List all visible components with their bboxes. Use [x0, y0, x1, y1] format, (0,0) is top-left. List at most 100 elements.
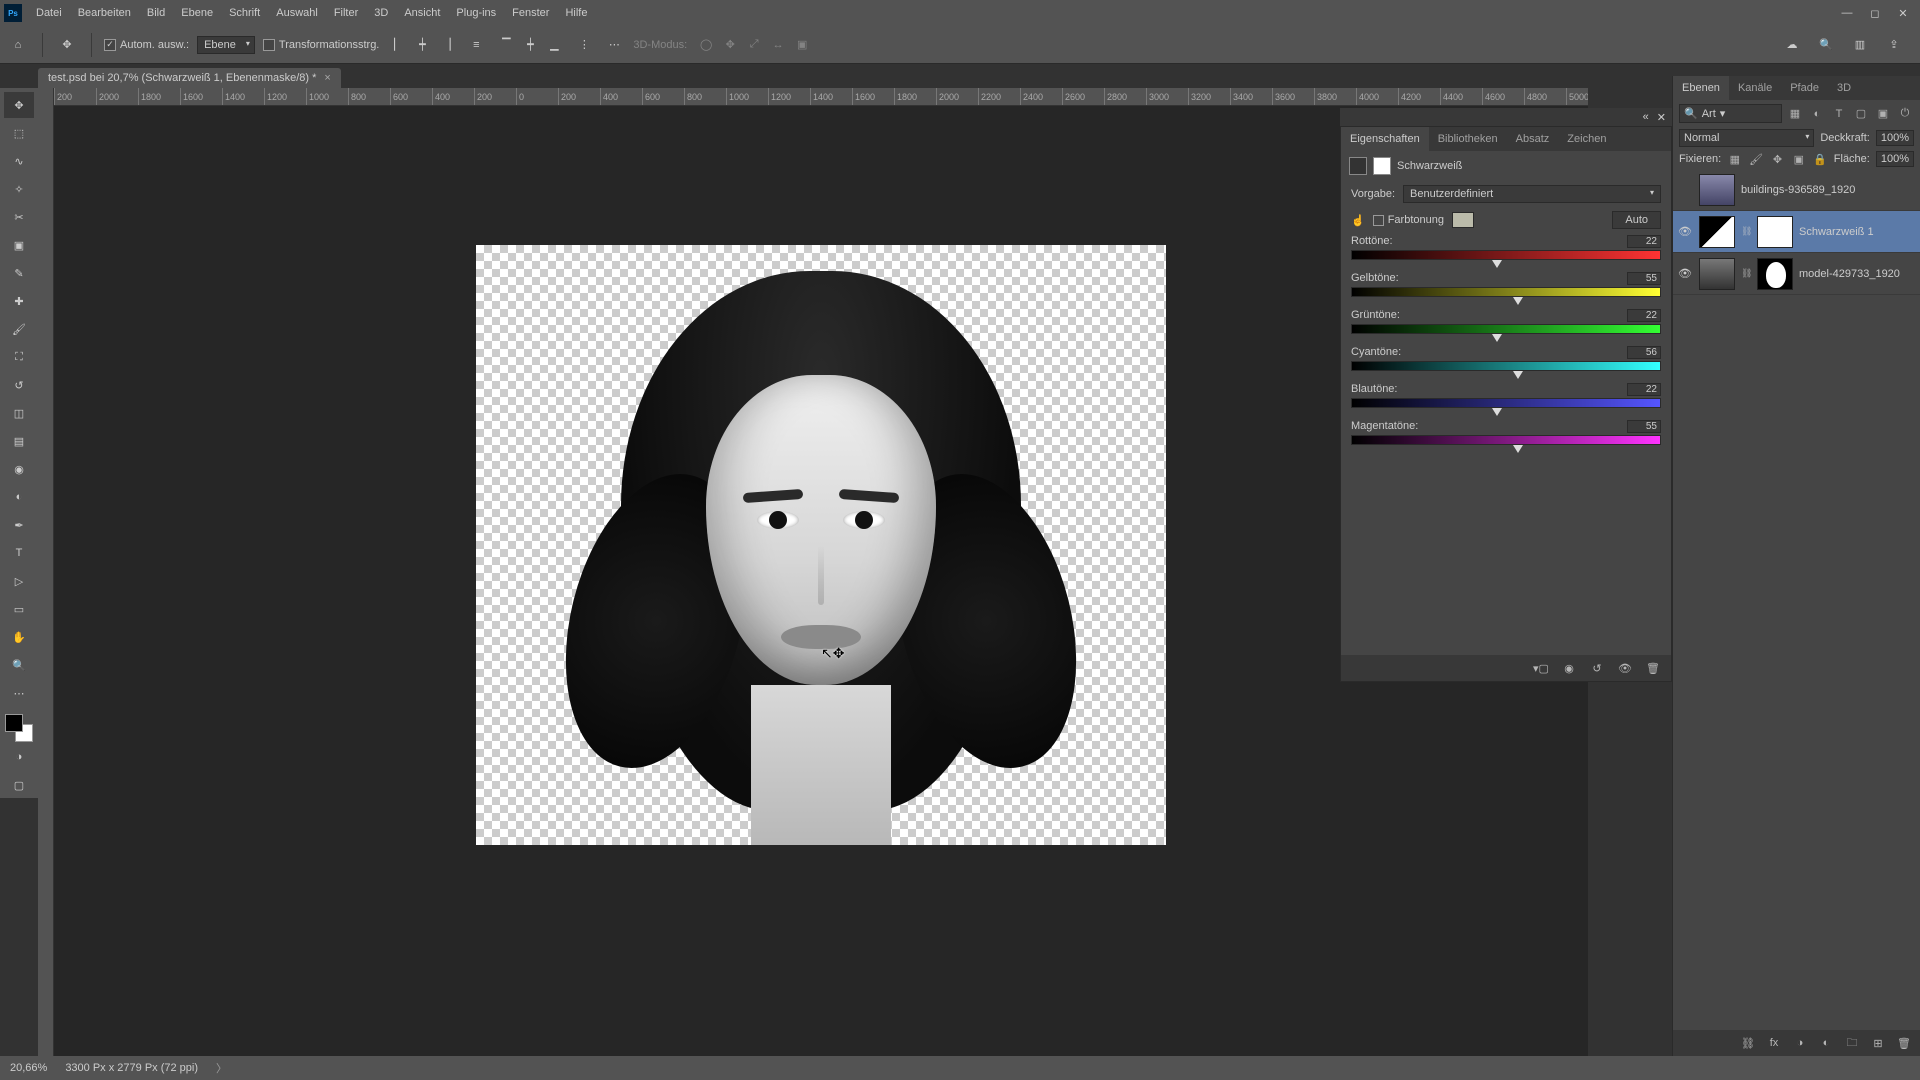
- align-vcenter-icon[interactable]: ┿: [519, 34, 541, 56]
- filter-smart-icon[interactable]: ▣: [1874, 105, 1892, 123]
- slider-knob[interactable]: [1513, 445, 1523, 453]
- new-adjustment-icon[interactable]: ◐: [1818, 1035, 1834, 1051]
- align-hcenter-icon[interactable]: ┿: [411, 34, 433, 56]
- edit-toolbar-icon[interactable]: ⋯: [4, 680, 34, 706]
- move-tool[interactable]: ✥: [4, 92, 34, 118]
- lasso-tool[interactable]: ∿: [4, 148, 34, 174]
- search-icon[interactable]: 🔍: [1814, 33, 1838, 57]
- layer-row[interactable]: buildings-936589_1920: [1673, 169, 1920, 211]
- slider-knob[interactable]: [1492, 260, 1502, 268]
- path-select-tool[interactable]: ▷: [4, 568, 34, 594]
- document-canvas[interactable]: ↖✥: [476, 245, 1166, 845]
- collapse-left-icon[interactable]: «: [1643, 111, 1649, 123]
- document-info[interactable]: 3300 Px x 2779 Px (72 ppi): [65, 1062, 198, 1074]
- slider-value[interactable]: 56: [1627, 346, 1661, 359]
- slider-value[interactable]: 22: [1627, 383, 1661, 396]
- layer-row[interactable]: 👁⛓model-429733_1920: [1673, 253, 1920, 295]
- new-group-icon[interactable]: 🗀: [1844, 1035, 1860, 1051]
- visibility-toggle-icon[interactable]: 👁: [1677, 266, 1693, 282]
- mask-type-icon[interactable]: [1373, 157, 1391, 175]
- clip-to-layer-icon[interactable]: ▾▢: [1533, 660, 1549, 676]
- adjustment-type-icon[interactable]: [1349, 157, 1367, 175]
- slider-value[interactable]: 22: [1627, 309, 1661, 322]
- layer-name[interactable]: buildings-936589_1920: [1741, 184, 1916, 196]
- menu-filter[interactable]: Filter: [326, 0, 366, 26]
- filter-pixel-icon[interactable]: ▦: [1786, 105, 1804, 123]
- layer-name[interactable]: model-429733_1920: [1799, 268, 1916, 280]
- visibility-toggle-icon[interactable]: [1677, 182, 1693, 198]
- hand-tool[interactable]: ✋: [4, 624, 34, 650]
- slider-knob[interactable]: [1513, 297, 1523, 305]
- lock-position-icon[interactable]: ✥: [1770, 151, 1785, 167]
- menu-datei[interactable]: Datei: [28, 0, 70, 26]
- zoom-level[interactable]: 20,66%: [10, 1062, 47, 1074]
- history-brush-tool[interactable]: ↺: [4, 372, 34, 398]
- link-icon[interactable]: ⛓: [1741, 226, 1751, 237]
- dodge-tool[interactable]: ◐: [4, 484, 34, 510]
- delete-adjustment-icon[interactable]: 🗑: [1645, 660, 1661, 676]
- ruler-horizontal[interactable]: 2002000180016001400120010008006004002000…: [54, 88, 1588, 106]
- blend-mode-dropdown[interactable]: Normal: [1679, 129, 1814, 147]
- eyedropper-tool[interactable]: ✎: [4, 260, 34, 286]
- tab-bibliotheken[interactable]: Bibliotheken: [1429, 127, 1507, 151]
- slider-track[interactable]: [1351, 398, 1661, 408]
- layer-mask-icon[interactable]: [1757, 216, 1793, 248]
- filter-shape-icon[interactable]: ▢: [1852, 105, 1870, 123]
- delete-layer-icon[interactable]: 🗑: [1896, 1035, 1912, 1051]
- tab-eigenschaften[interactable]: Eigenschaften: [1341, 127, 1429, 151]
- tab-pfade[interactable]: Pfade: [1781, 76, 1828, 100]
- cloud-docs-icon[interactable]: ☁: [1780, 33, 1804, 57]
- align-bottom-icon[interactable]: ▁: [543, 34, 565, 56]
- tab-3d-layers[interactable]: 3D: [1828, 76, 1860, 100]
- add-mask-icon[interactable]: ◑: [1792, 1035, 1808, 1051]
- close-tab-icon[interactable]: ×: [324, 72, 330, 84]
- stamp-tool[interactable]: ⛶: [4, 344, 34, 370]
- pen-tool[interactable]: ✒: [4, 512, 34, 538]
- filter-type-icon[interactable]: T: [1830, 105, 1848, 123]
- align-right-icon[interactable]: ▕: [435, 34, 457, 56]
- tab-ebenen[interactable]: Ebenen: [1673, 76, 1729, 100]
- menu-ansicht[interactable]: Ansicht: [396, 0, 448, 26]
- menu-3d[interactable]: 3D: [366, 0, 396, 26]
- menu-plugins[interactable]: Plug-ins: [448, 0, 504, 26]
- reset-icon[interactable]: ↺: [1589, 660, 1605, 676]
- screenmode-tool[interactable]: ▢: [4, 772, 34, 798]
- crop-tool[interactable]: ✂: [4, 204, 34, 230]
- document-tab[interactable]: test.psd bei 20,7% (Schwarzweiß 1, Ebene…: [38, 68, 341, 88]
- shape-tool[interactable]: ▭: [4, 596, 34, 622]
- toggle-visibility-icon[interactable]: 👁: [1617, 660, 1633, 676]
- lock-all-icon[interactable]: 🔒: [1812, 151, 1827, 167]
- gradient-tool[interactable]: ▤: [4, 428, 34, 454]
- workspace-icon[interactable]: ▥: [1848, 33, 1872, 57]
- new-layer-icon[interactable]: ⊞: [1870, 1035, 1886, 1051]
- link-layers-icon[interactable]: ⛓: [1740, 1035, 1756, 1051]
- quickmask-tool[interactable]: ◑: [4, 744, 34, 770]
- layer-style-icon[interactable]: fx: [1766, 1035, 1782, 1051]
- layer-row[interactable]: 👁⛓Schwarzweiß 1: [1673, 211, 1920, 253]
- panel-close-icon[interactable]: ✕: [1657, 111, 1666, 124]
- opacity-value[interactable]: 100%: [1876, 130, 1914, 146]
- eraser-tool[interactable]: ◫: [4, 400, 34, 426]
- home-icon[interactable]: ⌂: [6, 33, 30, 57]
- slider-track[interactable]: [1351, 324, 1661, 334]
- preset-dropdown[interactable]: Benutzerdefiniert: [1403, 185, 1661, 203]
- align-top-icon[interactable]: ▔: [495, 34, 517, 56]
- visibility-toggle-icon[interactable]: 👁: [1677, 224, 1693, 240]
- layer-thumb-icon[interactable]: [1699, 174, 1735, 206]
- slider-knob[interactable]: [1513, 371, 1523, 379]
- menu-schrift[interactable]: Schrift: [221, 0, 268, 26]
- targeted-adjust-icon[interactable]: ☝: [1351, 214, 1365, 227]
- healing-tool[interactable]: ✚: [4, 288, 34, 314]
- brush-tool[interactable]: 🖌: [4, 316, 34, 342]
- status-more-icon[interactable]: 〉: [216, 1060, 227, 1076]
- slider-value[interactable]: 55: [1627, 420, 1661, 433]
- slider-value[interactable]: 22: [1627, 235, 1661, 248]
- align-left-icon[interactable]: ▏: [387, 34, 409, 56]
- share-icon[interactable]: ⇪: [1882, 33, 1906, 57]
- lock-transparency-icon[interactable]: ▦: [1727, 151, 1742, 167]
- window-minimize-icon[interactable]: —: [1834, 3, 1860, 23]
- menu-auswahl[interactable]: Auswahl: [268, 0, 326, 26]
- window-close-icon[interactable]: ✕: [1890, 3, 1916, 23]
- lock-artboard-icon[interactable]: ▣: [1791, 151, 1806, 167]
- slider-track[interactable]: [1351, 250, 1661, 260]
